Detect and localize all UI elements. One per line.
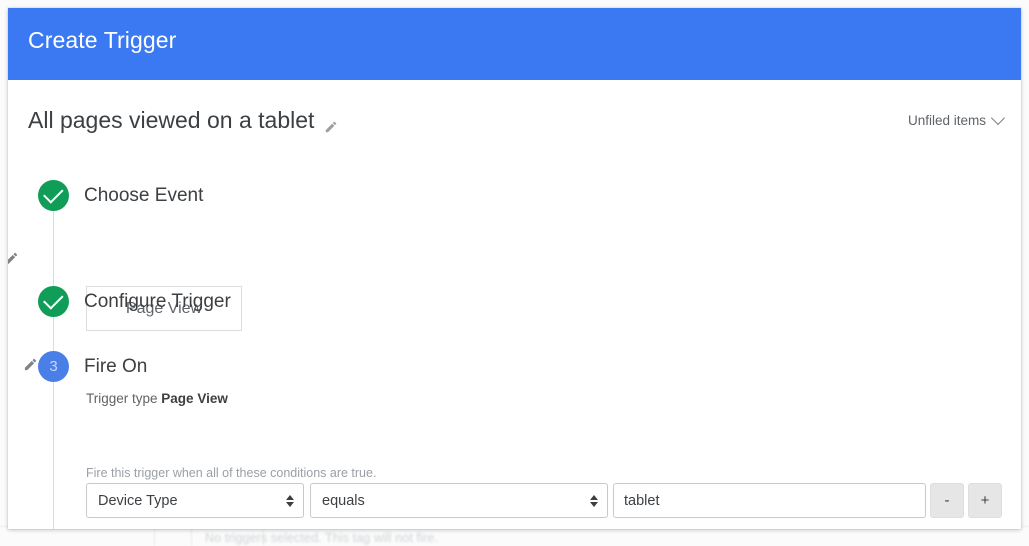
edit-configure-trigger-pencil-icon[interactable] (23, 357, 37, 371)
condition-variable-value: Device Type (98, 492, 178, 509)
condition-operator-select[interactable]: equals (310, 483, 608, 518)
background-column-divider (191, 526, 192, 546)
dialog-body: All pages viewed on a tablet Unfiled ite… (8, 80, 1021, 529)
trigger-type-detail: Trigger type Page View (86, 391, 228, 406)
background-column-divider (154, 526, 155, 546)
folder-dropdown[interactable]: Unfiled items (907, 110, 1006, 128)
check-icon (42, 289, 64, 310)
check-icon (42, 183, 64, 204)
edit-name-pencil-icon[interactable] (324, 120, 338, 134)
spinner-arrows-icon (588, 494, 599, 507)
fire-on-help-text: Fire this trigger when all of these cond… (86, 466, 377, 480)
add-condition-button[interactable]: + (968, 483, 1002, 518)
step-title-configure-trigger: Configure Trigger (84, 291, 231, 312)
condition-value-input[interactable]: tablet (613, 483, 926, 518)
dialog-titlebar: Create Trigger (8, 8, 1021, 80)
edit-choose-event-pencil-icon[interactable] (8, 251, 18, 265)
trigger-type-value: Page View (161, 391, 228, 406)
chevron-down-icon (990, 110, 1006, 125)
step-marker-fire-on: 3 (38, 351, 69, 382)
background-ghost-text: No triggers selected. This tag will not … (205, 531, 438, 545)
step-marker-configure-trigger (38, 286, 69, 317)
trigger-type-label: Trigger type (86, 391, 158, 406)
condition-variable-select[interactable]: Device Type (86, 483, 304, 518)
folder-dropdown-label: Unfiled items (907, 113, 986, 128)
step-marker-choose-event (38, 180, 69, 211)
spinner-arrows-icon (284, 494, 295, 507)
step-title-choose-event: Choose Event (84, 185, 204, 206)
condition-operator-value: equals (322, 492, 365, 509)
remove-condition-button[interactable]: - (930, 483, 964, 518)
step-title-fire-on: Fire On (84, 356, 148, 377)
create-trigger-dialog: Create Trigger All pages viewed on a tab… (8, 8, 1021, 529)
page-title: All pages viewed on a tablet (28, 107, 315, 133)
step-number: 3 (49, 358, 58, 375)
dialog-title: Create Trigger (28, 27, 177, 53)
